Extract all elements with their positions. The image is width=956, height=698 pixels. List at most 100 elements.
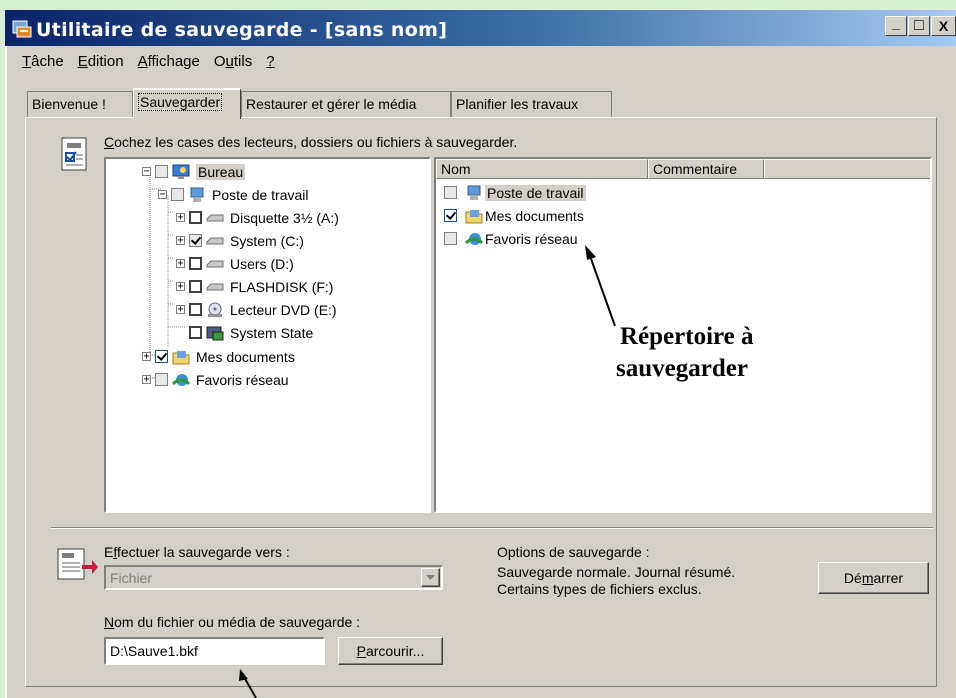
- destination-select[interactable]: Fichier: [104, 565, 443, 590]
- start-button[interactable]: Démarrer: [818, 562, 929, 594]
- expand-icon[interactable]: +: [176, 236, 185, 246]
- checkbox[interactable]: [155, 350, 168, 363]
- checkbox[interactable]: [444, 209, 457, 222]
- drive-icon: [206, 260, 224, 267]
- checkbox[interactable]: [189, 326, 202, 339]
- destination-value: Fichier: [110, 569, 153, 586]
- collapse-icon[interactable]: −: [142, 167, 151, 177]
- tree-label: System State: [230, 324, 314, 341]
- maximize-button[interactable]: □: [908, 16, 930, 36]
- menu-affichage[interactable]: Affichage: [138, 53, 200, 75]
- options-title: Options de sauvegarde :: [497, 544, 650, 560]
- browse-button[interactable]: Parcourir...: [338, 637, 443, 665]
- menu-outils[interactable]: Outils: [214, 53, 252, 75]
- destination-label: Effectuer la sauvegarde vers :: [104, 544, 290, 560]
- menu-bar: Tâche Edition Affichage Outils ?: [22, 53, 289, 75]
- list-item-label: Favoris réseau: [485, 230, 578, 247]
- filename-value: D:\Sauve1.bkf: [110, 643, 198, 659]
- dropdown-button[interactable]: [421, 568, 440, 587]
- checkbox[interactable]: [189, 257, 202, 270]
- tree-label: FLASHDISK (F:): [230, 278, 334, 295]
- tree-label: System (C:): [230, 232, 304, 249]
- desktop-icon: [172, 164, 190, 179]
- close-icon: X: [938, 18, 949, 34]
- tree-item[interactable]: + Lecteur DVD (E:): [176, 298, 337, 321]
- computer-icon: [467, 185, 481, 200]
- minimize-button[interactable]: _: [885, 16, 907, 36]
- checkbox[interactable]: [444, 186, 457, 199]
- tree-item[interactable]: + System (C:): [176, 229, 304, 252]
- menu-tache[interactable]: Tâche: [22, 53, 64, 75]
- options-text: Sauvegarde normale. Journal résumé. Cert…: [497, 564, 736, 597]
- close-button[interactable]: X: [931, 16, 956, 36]
- tree-label: Users (D:): [230, 255, 294, 272]
- drive-icon: [206, 283, 224, 290]
- annotation-arrow: [585, 245, 616, 327]
- tab-restaurer[interactable]: Restaurer et gérer le média: [241, 91, 451, 117]
- list-item[interactable]: Poste de travail: [444, 181, 586, 204]
- filename-label: Nom du fichier ou média de sauvegarde :: [104, 614, 361, 630]
- filename-field[interactable]: D:\Sauve1.bkf: [104, 637, 325, 665]
- backup-destination-icon: [57, 548, 98, 580]
- expand-icon[interactable]: +: [142, 375, 151, 385]
- tree-item[interactable]: System State: [189, 321, 313, 344]
- network-icon: [465, 232, 483, 245]
- checklist-icon: [61, 137, 87, 171]
- checkbox[interactable]: [444, 232, 457, 245]
- tree-label: Mes documents: [196, 348, 295, 365]
- expand-icon[interactable]: +: [176, 213, 185, 223]
- collapse-icon[interactable]: −: [158, 190, 167, 200]
- list-item[interactable]: Favoris réseau: [444, 227, 578, 250]
- tree-label: Lecteur DVD (E:): [230, 301, 337, 318]
- window-title: Utilitaire de sauvegarde - [sans nom]: [36, 19, 448, 41]
- menu-edition[interactable]: Edition: [78, 53, 124, 75]
- maximize-icon: □: [914, 17, 924, 34]
- tree-label: Bureau: [196, 163, 246, 180]
- checkbox[interactable]: [155, 165, 168, 178]
- list-item-label: Poste de travail: [485, 184, 586, 201]
- instruction-text: Cochez les cases des lecteurs, dossiers …: [104, 134, 518, 150]
- documents-icon: [465, 209, 483, 223]
- list-item-label: Mes documents: [485, 207, 584, 224]
- tree-item[interactable]: − Poste de travail: [158, 183, 309, 206]
- column-header-empty[interactable]: [764, 159, 930, 179]
- tab-sauvegarder[interactable]: Sauvegarder: [133, 88, 241, 119]
- checkbox[interactable]: [189, 280, 202, 293]
- tree-item[interactable]: + Mes documents: [142, 345, 295, 368]
- tree-item[interactable]: + Disquette 3½ (A:): [176, 206, 339, 229]
- checkbox[interactable]: [189, 234, 202, 247]
- checkbox[interactable]: [189, 303, 202, 316]
- chevron-down-icon: [426, 575, 435, 580]
- checkbox[interactable]: [171, 188, 184, 201]
- folder-tree[interactable]: − Bureau − Poste de travail + Disquette 3½ …: [104, 157, 431, 513]
- dvd-icon: [208, 302, 222, 317]
- expand-icon[interactable]: +: [176, 259, 185, 269]
- tree-item[interactable]: − Bureau: [142, 160, 246, 183]
- expand-icon[interactable]: +: [176, 282, 185, 292]
- expand-icon[interactable]: +: [142, 352, 151, 362]
- tree-item[interactable]: + FLASHDISK (F:): [176, 275, 333, 298]
- column-header-nom[interactable]: Nom: [436, 159, 648, 179]
- documents-icon: [172, 350, 190, 364]
- annotation-text: Répertoire à sauvegarder: [616, 323, 754, 382]
- tab-planifier[interactable]: Planifier les travaux: [451, 91, 612, 117]
- minimize-icon: _: [892, 15, 900, 31]
- tree-item[interactable]: + Favoris réseau: [142, 368, 289, 391]
- tree-item[interactable]: + Users (D:): [176, 252, 294, 275]
- tree-label: Poste de travail: [212, 186, 309, 203]
- tree-label: Favoris réseau: [196, 371, 289, 388]
- checkbox[interactable]: [189, 211, 202, 224]
- separator: [51, 527, 933, 529]
- list-item[interactable]: Mes documents: [444, 204, 584, 227]
- backup-app-icon: [12, 20, 32, 38]
- column-header-commentaire[interactable]: Commentaire: [648, 159, 764, 179]
- tab-bienvenue[interactable]: Bienvenue !: [27, 91, 133, 117]
- menu-help[interactable]: ?: [266, 53, 274, 75]
- checkbox[interactable]: [155, 373, 168, 386]
- system-state-icon: [206, 326, 224, 340]
- tree-label: Disquette 3½ (A:): [230, 209, 339, 226]
- computer-icon: [190, 187, 204, 202]
- expand-icon[interactable]: +: [176, 305, 185, 315]
- drive-icon: [206, 237, 224, 244]
- network-icon: [172, 373, 190, 386]
